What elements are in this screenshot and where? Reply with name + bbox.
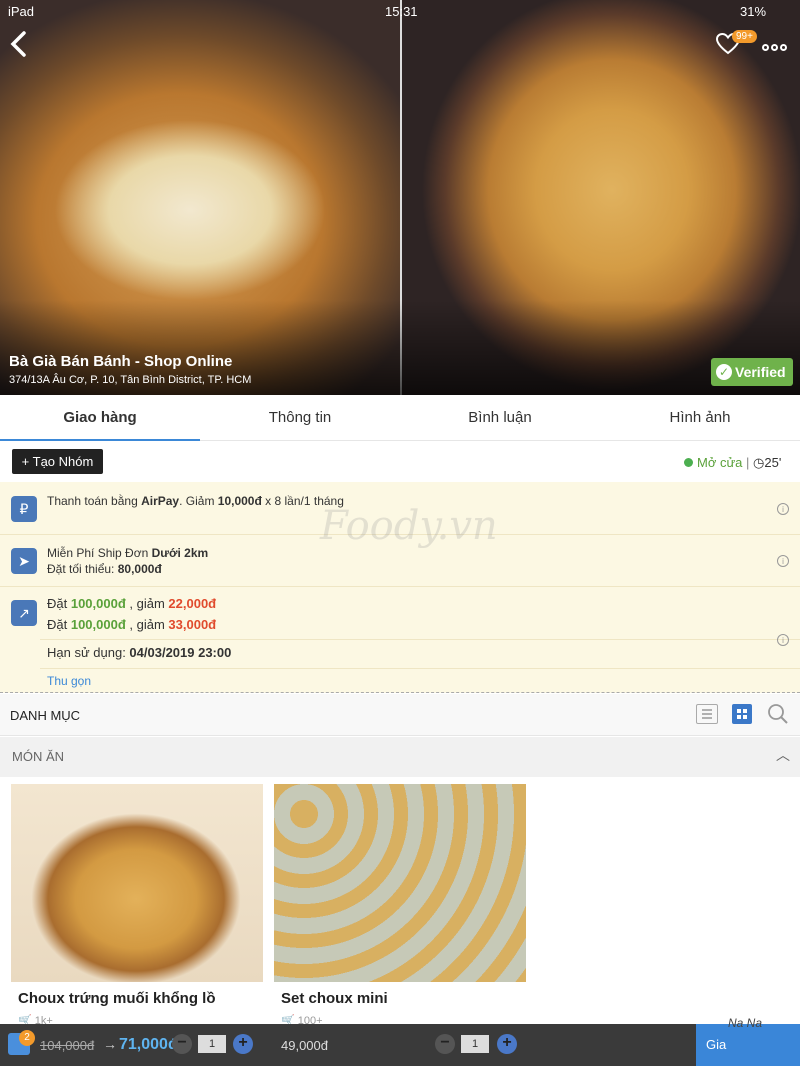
quantity-value[interactable]: 1 (461, 1035, 489, 1053)
grid-view-button[interactable] (732, 704, 752, 724)
search-icon (768, 704, 788, 724)
category-bar: DANH MỤC (0, 694, 800, 736)
tab-photos[interactable]: Hình ảnh (600, 395, 800, 441)
watermark-label: Na Na (728, 1016, 763, 1030)
open-status: Mở cửa | ◷25' (684, 455, 781, 471)
old-price: 104,000đ (40, 1038, 95, 1053)
trend-up-icon: ↗ (11, 600, 37, 626)
scooter-icon: ➤ (11, 548, 37, 574)
more-options-button[interactable] (762, 38, 792, 52)
status-bar: iPad 15:31 31% (0, 0, 800, 22)
min-order: Đặt tối thiểu: 80,000đ (47, 562, 162, 576)
dot-icon (762, 44, 769, 51)
back-button[interactable] (8, 30, 36, 62)
dot-icon (780, 44, 787, 51)
info-icon[interactable]: i (777, 555, 789, 567)
discount-tier: Đặt 100,000đ , giảm 33,000đ (47, 617, 217, 632)
create-group-button[interactable]: + Tạo Nhóm (12, 449, 103, 474)
dot-icon (771, 44, 778, 51)
favorites-count-badge: 99+ (732, 30, 757, 43)
order-button[interactable]: Gia (696, 1024, 800, 1066)
discount-tier: Đặt 100,000đ , giảm 22,000đ (47, 596, 217, 611)
verified-badge: ✓ Verified (711, 358, 793, 386)
tab-comments[interactable]: Bình luận (400, 395, 600, 441)
quantity-value[interactable]: 1 (198, 1035, 226, 1053)
search-button[interactable] (767, 703, 789, 725)
product-title: Set choux mini (281, 990, 388, 1007)
tab-info[interactable]: Thông tin (200, 395, 400, 441)
shop-name: Bà Già Bán Bánh - Shop Online (9, 353, 233, 370)
collapse-link[interactable]: Thu gọn (47, 674, 91, 688)
cart-count-badge: 2 (19, 1030, 35, 1046)
section-header: MÓN ĂN ︿ (0, 737, 800, 777)
category-header: DANH MỤC (10, 708, 81, 723)
battery-percent: 31% (740, 4, 767, 19)
clock: 15:31 (385, 4, 418, 19)
expiry: Hạn sử dụng: 04/03/2019 23:00 (47, 645, 232, 660)
section-title: MÓN ĂN (12, 749, 64, 764)
chevron-left-icon (10, 31, 26, 57)
airpay-icon: ₽ (11, 496, 37, 522)
tab-delivery[interactable]: Giao hàng (0, 395, 200, 441)
bottom-cart-bar: 2 104,000đ → 71,000đ − 1 + 49,000đ − 1 +… (0, 1024, 800, 1066)
shop-address: 374/13A Âu Cơ, P. 10, Tân Bình District,… (9, 374, 252, 386)
airpay-promo: Thanh toán bằng AirPay. Giảm 10,000đ x 8… (47, 494, 344, 508)
carrier-label: iPad (8, 4, 35, 19)
foody-watermark: Foody.vn (320, 503, 498, 549)
info-icon[interactable]: i (777, 634, 789, 646)
info-icon[interactable]: i (777, 503, 789, 515)
minus-button[interactable]: − (435, 1034, 455, 1054)
chevron-up-icon[interactable]: ︿ (773, 745, 793, 765)
product-image (11, 784, 263, 982)
free-ship-promo: Miễn Phí Ship Đơn Dưới 2km (47, 546, 209, 560)
clock-icon: ◷ (753, 455, 765, 470)
minus-button[interactable]: − (172, 1034, 192, 1054)
arrow-right-icon: → (103, 1036, 117, 1052)
plus-button[interactable]: + (497, 1034, 517, 1054)
tab-bar: Giao hàng Thông tin Bình luận Hình ảnh (0, 395, 800, 441)
grid-icon (737, 709, 747, 719)
list-view-button[interactable] (696, 704, 718, 724)
status-dot-icon (684, 458, 693, 467)
shop-hero (0, 0, 800, 395)
check-icon: ✓ (716, 364, 732, 380)
product-image (274, 784, 526, 982)
prep-time: 25' (764, 455, 782, 470)
total-price: 71,000đ (119, 1036, 178, 1053)
product-title: Choux trứng muối khổng lồ (18, 990, 216, 1007)
list-icon (702, 709, 712, 719)
item-price: 49,000đ (281, 1038, 328, 1053)
plus-button[interactable]: + (233, 1034, 253, 1054)
